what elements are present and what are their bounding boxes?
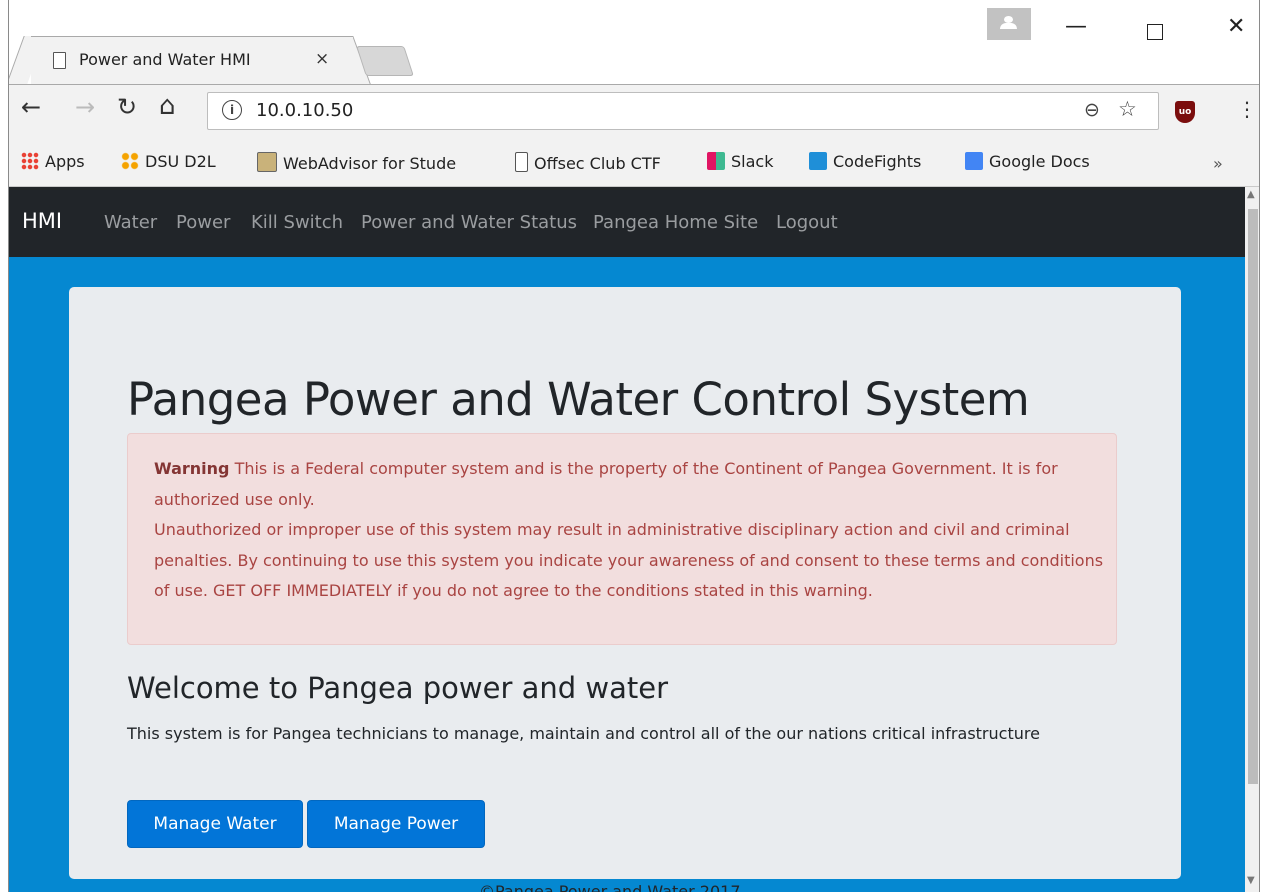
nav-link-home-site[interactable]: Pangea Home Site xyxy=(593,212,758,233)
url-text[interactable]: 10.0.10.50 xyxy=(256,100,353,121)
info-icon[interactable]: i xyxy=(222,100,242,120)
warning-text: Warning This is a Federal computer syste… xyxy=(154,454,1104,607)
warning-line-1: This is a Federal computer system and is… xyxy=(154,459,1058,509)
zoom-icon[interactable]: ⊖ xyxy=(1084,99,1100,121)
bookmark-codefights[interactable]: CodeFights xyxy=(809,152,921,171)
maximize-button[interactable] xyxy=(1147,24,1163,40)
address-bar[interactable]: i 10.0.10.50 ⊖ ☆ xyxy=(207,92,1159,130)
google-docs-icon xyxy=(965,152,983,170)
scroll-up-arrow-icon[interactable]: ▲ xyxy=(1247,189,1255,200)
tab-strip: Power and Water HMI × — ✕ xyxy=(9,0,1259,84)
site-navbar: HMI Water Power Kill Switch Power and Wa… xyxy=(9,187,1245,257)
reload-icon[interactable]: ↻ xyxy=(117,93,137,121)
page-title: Pangea Power and Water Control System xyxy=(127,373,1030,426)
nav-link-power[interactable]: Power xyxy=(176,212,230,233)
welcome-text: This system is for Pangea technicians to… xyxy=(127,724,1040,743)
manage-power-button[interactable]: Manage Power xyxy=(307,800,485,848)
webadvisor-icon xyxy=(257,152,277,172)
scroll-down-arrow-icon[interactable]: ▼ xyxy=(1247,875,1255,886)
back-arrow-icon[interactable]: ← xyxy=(21,93,41,121)
menu-dots-icon[interactable]: ⋮ xyxy=(1237,97,1257,121)
warning-alert: Warning This is a Federal computer syste… xyxy=(127,433,1117,645)
nav-link-kill-switch[interactable]: Kill Switch xyxy=(251,212,343,233)
web-page: HMI Water Power Kill Switch Power and Wa… xyxy=(9,187,1245,892)
minimize-button[interactable]: — xyxy=(1065,14,1087,39)
profile-button[interactable] xyxy=(987,8,1031,40)
tab-title: Power and Water HMI xyxy=(79,50,251,69)
manage-water-button[interactable]: Manage Water xyxy=(127,800,303,848)
ublock-extension-icon[interactable]: uo xyxy=(1175,101,1195,123)
slack-icon xyxy=(707,152,725,170)
bookmark-webadvisor[interactable]: WebAdvisor for Stude xyxy=(257,152,456,173)
warning-label: Warning xyxy=(154,459,230,478)
apps-grid-icon xyxy=(21,152,39,170)
bookmark-offsec-club-ctf[interactable]: Offsec Club CTF xyxy=(515,152,661,173)
page-footer: ©Pangea Power and Water 2017 xyxy=(479,882,741,892)
browser-window: Power and Water HMI × — ✕ ← → ↻ ⌂ i 10.0… xyxy=(8,0,1260,892)
page-scrollbar[interactable]: ▲ ▼ xyxy=(1245,187,1259,892)
scrollbar-thumb[interactable] xyxy=(1248,209,1258,784)
navbar-brand[interactable]: HMI xyxy=(22,209,62,233)
browser-toolbar: ← → ↻ ⌂ i 10.0.10.50 ⊖ ☆ uo ⋮ xyxy=(9,84,1259,143)
close-window-button[interactable]: ✕ xyxy=(1227,14,1245,39)
nav-link-water[interactable]: Water xyxy=(104,212,157,233)
home-icon[interactable]: ⌂ xyxy=(159,91,176,121)
bookmark-dsu-d2l[interactable]: DSU D2L xyxy=(121,152,216,171)
page-icon xyxy=(53,52,66,69)
welcome-heading: Welcome to Pangea power and water xyxy=(127,671,669,705)
bookmarks-bar: Apps DSU D2L WebAdvisor for Stude Offsec… xyxy=(9,142,1259,187)
d2l-icon xyxy=(121,152,139,170)
tab-close-icon[interactable]: × xyxy=(315,49,329,69)
bookmarks-overflow-button[interactable]: » xyxy=(1213,154,1223,173)
bookmark-google-docs[interactable]: Google Docs xyxy=(965,152,1090,171)
codefights-icon xyxy=(809,152,827,170)
bookmark-apps[interactable]: Apps xyxy=(21,152,85,171)
new-tab-button[interactable] xyxy=(356,46,414,76)
page-icon xyxy=(515,152,528,172)
forward-arrow-icon[interactable]: → xyxy=(75,93,95,121)
nav-link-logout[interactable]: Logout xyxy=(776,212,838,233)
jumbotron: Pangea Power and Water Control System Wa… xyxy=(69,287,1181,879)
warning-line-2: Unauthorized or improper use of this sys… xyxy=(154,520,1104,600)
bookmark-slack[interactable]: Slack xyxy=(707,152,773,171)
nav-link-status[interactable]: Power and Water Status xyxy=(361,212,577,233)
person-icon xyxy=(1004,16,1013,23)
bookmark-star-icon[interactable]: ☆ xyxy=(1118,97,1137,121)
